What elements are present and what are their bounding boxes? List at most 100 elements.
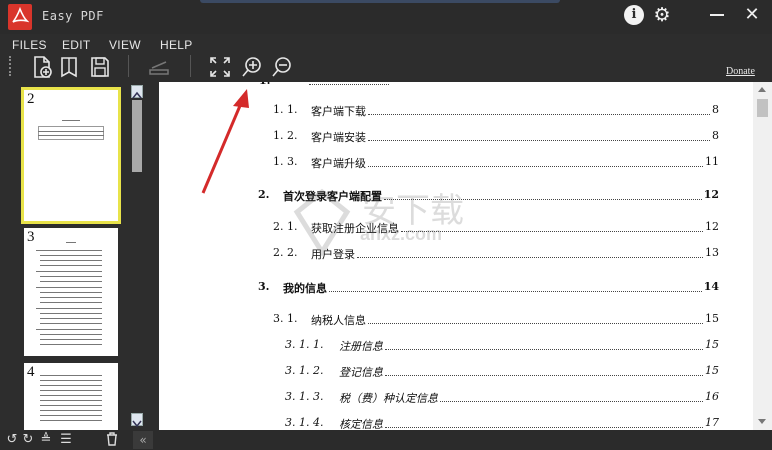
toc-page-number: 8 (712, 129, 719, 142)
menu-view[interactable]: VIEW (109, 38, 141, 50)
toc-number: 2. (258, 188, 270, 201)
toolbar-separator (128, 55, 129, 77)
toc-row-partial: 1. (159, 82, 753, 90)
thumb-line (40, 344, 102, 345)
pdf-logo-icon (8, 4, 32, 30)
easy-pdf-window: Easy PDF i ⚙ ✕ FILES EDIT VIEW HELP Dona… (0, 0, 772, 450)
open-book-icon[interactable] (58, 55, 82, 79)
thumb-line (40, 281, 102, 282)
toc-title: 注册信息 (339, 340, 383, 353)
toc-page-number: 15 (705, 364, 719, 377)
toc-number: 1. 2. (273, 129, 298, 142)
toc-dot-leader (385, 349, 703, 350)
toc-number: 1. 1. (273, 103, 298, 116)
page-number: 3 (27, 229, 35, 245)
thumbnail-scrollbar[interactable] (131, 85, 143, 428)
toc-entry[interactable]: 3. 1. 纳税人信息 15 (159, 312, 753, 328)
scroll-up-icon[interactable] (758, 87, 766, 92)
page-thumbnail[interactable]: 2 (21, 87, 121, 224)
toc-number: 3. 1. 2. (285, 364, 324, 377)
document-scrollbar[interactable] (753, 82, 772, 430)
menu-files[interactable]: FILES (12, 38, 47, 50)
toc-title: 核定信息 (339, 418, 383, 430)
toc-dot-leader (385, 375, 703, 376)
scroll-down-icon[interactable] (131, 413, 143, 428)
toc-title: 我的信息 (283, 282, 327, 295)
thumb-line (40, 380, 102, 381)
toc-page-number: 17 (705, 416, 719, 429)
toc-entry[interactable]: 3. 1. 1. 注册信息 15 (159, 338, 753, 354)
minimize-icon[interactable] (707, 5, 727, 25)
toc-dot-leader (440, 401, 703, 402)
toc-entry[interactable]: 3. 我的信息 14 (159, 280, 753, 296)
menu-help[interactable]: HELP (160, 38, 193, 50)
toc-dot-leader (385, 427, 703, 428)
toc-page-number: 12 (703, 188, 719, 201)
toc-dot-leader (368, 114, 710, 115)
toc-title: 客户端升级 (311, 157, 366, 170)
toc-entry[interactable]: 2. 首次登录客户端配置 12 (159, 188, 753, 204)
toc-number: 3. 1. 4. (285, 416, 324, 429)
toc-number: 2. 2. (273, 246, 298, 259)
donate-link[interactable]: Donate (726, 66, 755, 77)
save-icon[interactable] (88, 55, 112, 79)
toc-dot-leader (401, 231, 703, 232)
toc-page-number: 11 (705, 155, 719, 168)
toc-entry[interactable]: 1. 3. 客户端升级 11 (159, 155, 753, 171)
menu-bar: FILES EDIT VIEW HELP (0, 34, 772, 50)
toc-entry[interactable]: 1. 2. 客户端安装 8 (159, 129, 753, 145)
zoom-out-icon[interactable] (270, 55, 294, 79)
thumb-line (40, 395, 102, 396)
toolbar-grip[interactable] (9, 56, 11, 76)
toc-title: 首次登录客户端配置 (283, 190, 382, 203)
toc-entry[interactable]: 3. 1. 2. 登记信息 15 (159, 364, 753, 380)
toc-page-number: 15 (705, 312, 719, 325)
toc-title: 纳税人信息 (311, 314, 366, 327)
scroll-down-icon[interactable] (758, 419, 766, 424)
page-thumbnail[interactable]: 3 (24, 228, 118, 356)
thumb-line (40, 334, 102, 335)
toc-number: 3. 1. (273, 312, 298, 325)
scrollbar-thumb[interactable] (757, 99, 768, 117)
thumb-line (40, 260, 102, 261)
toc-entry[interactable]: 3. 1. 3. 税（费）种认定信息 16 (159, 390, 753, 406)
toc-dot-leader (329, 291, 702, 292)
scrollbar-thumb[interactable] (132, 100, 142, 172)
list-icon[interactable]: ☰ (58, 432, 74, 448)
thumb-line (40, 415, 102, 416)
gear-icon[interactable]: ⚙ (652, 5, 672, 25)
toc-title: 税（费）种认定信息 (339, 392, 438, 405)
page-thumbnail[interactable]: 4 (24, 363, 118, 430)
toc-dot-leader (368, 140, 710, 141)
thumb-line (36, 250, 102, 251)
toc-entry[interactable]: 1. 1. 客户端下载 8 (159, 103, 753, 119)
document-viewer: 1. 1. 1. 客户端下载 8 1. 2. 客户端安装 8 1. 3. 客户端升级 11 2. 首… (153, 82, 753, 430)
rotate-right-icon[interactable]: ↻ (20, 432, 36, 448)
thumb-line (40, 375, 102, 376)
fit-screen-icon[interactable] (208, 55, 232, 79)
info-icon[interactable]: i (624, 5, 644, 25)
toc-page-number: 8 (712, 103, 719, 116)
toc-entry[interactable]: 2. 1. 获取注册企业信息 12 (159, 220, 753, 236)
toc-number: 3. 1. 1. (285, 338, 324, 351)
thumb-line (40, 302, 102, 303)
toolbar: Donate (0, 50, 772, 82)
close-icon[interactable]: ✕ (742, 5, 762, 25)
align-icon[interactable]: ≜ (38, 432, 54, 448)
scanner-icon[interactable] (147, 55, 171, 79)
new-document-icon[interactable] (30, 55, 54, 79)
menu-edit[interactable]: EDIT (62, 38, 91, 50)
thumb-line (40, 265, 102, 266)
delete-icon[interactable] (104, 432, 120, 448)
toc-entry[interactable]: 2. 2. 用户登录 13 (159, 246, 753, 262)
toc-page-number: 13 (705, 246, 719, 259)
scroll-up-icon[interactable] (131, 85, 143, 99)
rotate-left-icon[interactable]: ↺ (4, 432, 20, 448)
toc-number: 2. 1. (273, 220, 298, 233)
collapse-panel-icon[interactable]: « (133, 431, 153, 449)
thumb-line (36, 287, 102, 288)
toc-entry[interactable]: 3. 1. 4. 核定信息 17 (159, 416, 753, 430)
zoom-in-icon[interactable] (240, 55, 264, 79)
document-page[interactable]: 1. 1. 1. 客户端下载 8 1. 2. 客户端安装 8 1. 3. 客户端升级 11 2. 首… (159, 82, 753, 430)
toolbar-separator (190, 55, 191, 77)
